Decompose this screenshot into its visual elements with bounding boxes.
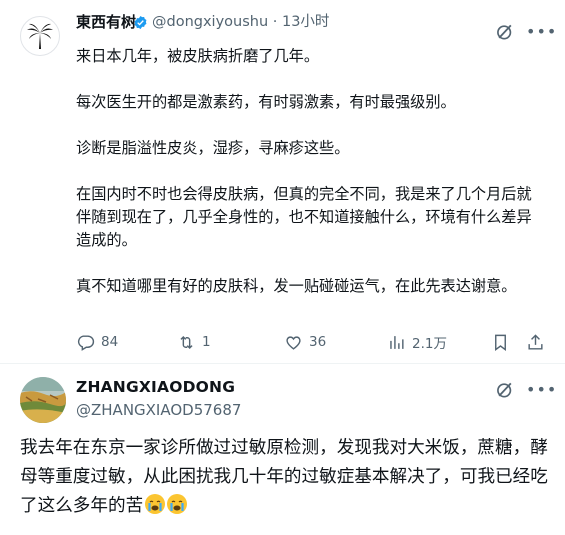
- grok-icon[interactable]: [495, 380, 515, 400]
- tweet-paragraph: 每次医生开的都是激素药，有时弱激素，有时最强级别。: [76, 93, 456, 111]
- reply-text: 我去年在东京一家诊所做过过敏原检测，发现我对大米饭，蔗糖，酵母等重度过敏，从此困…: [20, 434, 550, 521]
- bookmark-button[interactable]: [491, 332, 510, 352]
- reply-body: 我去年在东京一家诊所做过过敏原检测，发现我对大米饭，蔗糖，酵母等重度过敏，从此困…: [20, 438, 548, 516]
- more-icon[interactable]: •••: [526, 382, 557, 398]
- views-icon: [390, 335, 404, 349]
- crying-face-emoji: [167, 494, 188, 514]
- reply-author-avatar[interactable]: [20, 377, 66, 423]
- grok-icon[interactable]: [495, 22, 515, 42]
- retweet-count: 1: [202, 334, 211, 350]
- share-icon: [528, 333, 543, 350]
- verified-badge-icon: [134, 15, 147, 30]
- palm-tree-icon: [27, 23, 53, 49]
- tweet-paragraph: 在国内时不时也会得皮肤病，但真的完全不同，我是来了几个月后就伴随到现在了，几乎全…: [76, 185, 532, 249]
- post-time[interactable]: 13小时: [282, 14, 329, 30]
- retweet-button[interactable]: 1: [177, 332, 211, 352]
- author-name[interactable]: 東西有树: [76, 12, 136, 32]
- reply-author-handle[interactable]: @ZHANGXIAOD57687: [76, 400, 241, 420]
- like-icon: [286, 335, 301, 350]
- separator-dot: ·: [272, 14, 278, 30]
- tweet-paragraph: 诊断是脂溢性皮炎，湿疹，寻麻疹这些。: [76, 139, 350, 157]
- author-handle-and-time: @dongxiyoushu · 13小时: [152, 12, 329, 32]
- views-button[interactable]: 2.1万: [387, 332, 447, 352]
- crying-face-emoji: [145, 494, 166, 514]
- views-count: 2.1万: [412, 336, 447, 352]
- retweet-icon: [180, 335, 193, 349]
- divider: [0, 363, 565, 364]
- author-handle[interactable]: @dongxiyoushu: [152, 14, 268, 30]
- tweet-paragraph: 真不知道哪里有好的皮肤科，发一贴碰碰运气，在此先表达谢意。: [76, 277, 517, 295]
- reply-icon: [77, 334, 95, 351]
- bookmark-icon: [495, 334, 506, 351]
- share-button[interactable]: [526, 332, 545, 352]
- like-count: 36: [309, 334, 327, 350]
- landscape-painting-avatar: [20, 377, 66, 423]
- more-icon[interactable]: •••: [526, 24, 557, 40]
- tweet-paragraph: 来日本几年，被皮肤病折磨了几年。: [76, 47, 319, 65]
- reply-button[interactable]: 84: [76, 332, 118, 352]
- reply-count: 84: [101, 334, 119, 350]
- reply-author-name[interactable]: ZHANGXIAODONG: [76, 377, 235, 397]
- like-button[interactable]: 36: [284, 332, 326, 352]
- author-avatar[interactable]: [20, 16, 60, 56]
